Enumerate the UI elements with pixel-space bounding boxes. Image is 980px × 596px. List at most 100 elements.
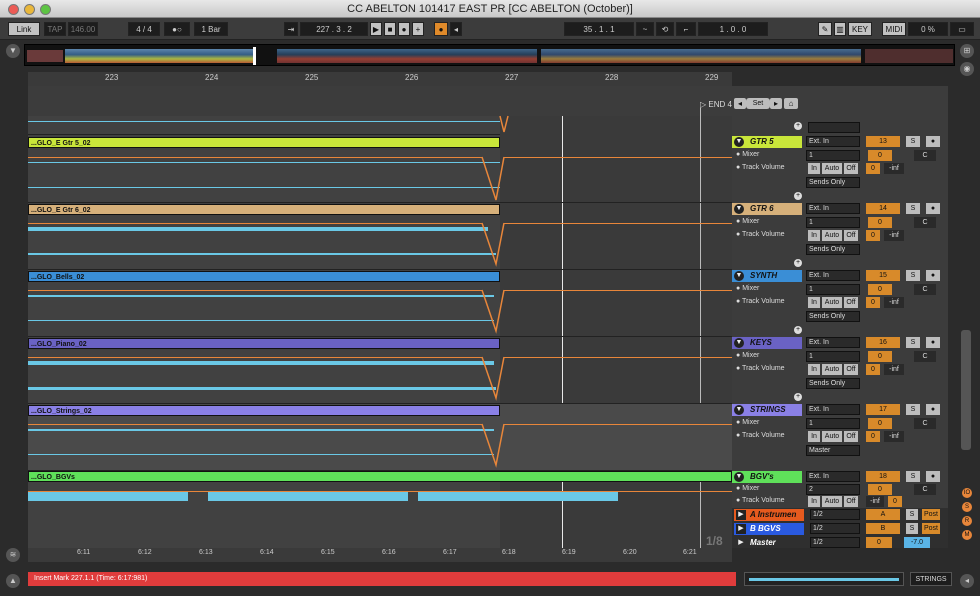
pan-center[interactable]: C: [914, 150, 936, 161]
quantize-menu[interactable]: 1 Bar: [194, 22, 228, 36]
track-activator[interactable]: 17: [866, 404, 900, 415]
fold-icon[interactable]: ▼: [734, 472, 744, 482]
pan-field[interactable]: 0: [868, 217, 892, 228]
send-value[interactable]: 0: [866, 163, 880, 174]
detail-view-toggle-icon[interactable]: ◂: [960, 574, 974, 588]
arrangement-overview[interactable]: [24, 44, 955, 66]
punch-out-icon[interactable]: ⌐: [676, 22, 696, 36]
expand-icon[interactable]: ⊞: [960, 44, 974, 58]
solo-button[interactable]: S: [906, 136, 920, 147]
overdub-icon[interactable]: +: [412, 22, 424, 36]
arm-button[interactable]: ●: [926, 337, 940, 348]
return-b-post[interactable]: Post: [922, 523, 940, 534]
play-icon[interactable]: ▶: [736, 538, 746, 548]
pan-center[interactable]: C: [914, 418, 936, 429]
volume-value[interactable]: -inf: [884, 230, 904, 241]
solo-button[interactable]: S: [906, 203, 920, 214]
master-route[interactable]: 1/2: [810, 537, 860, 548]
send-value[interactable]: 0: [866, 297, 880, 308]
sends-toggle-icon[interactable]: S: [962, 502, 972, 512]
input-channel-select[interactable]: 1: [806, 351, 860, 362]
output-select[interactable]: Master: [806, 445, 860, 456]
record-icon[interactable]: ●: [398, 22, 410, 36]
play-icon[interactable]: ▶: [370, 22, 382, 36]
solo-button[interactable]: S: [906, 270, 920, 281]
monitor-auto-button[interactable]: Auto: [822, 431, 842, 442]
monitor-auto-button[interactable]: Auto: [822, 364, 842, 375]
metronome-button[interactable]: ●○: [164, 22, 190, 36]
pan-center[interactable]: C: [914, 484, 936, 495]
monitor-in-button[interactable]: In: [808, 297, 820, 308]
monitor-auto-button[interactable]: Auto: [822, 230, 842, 241]
return-a-activator[interactable]: A: [866, 509, 900, 520]
key-map-button[interactable]: KEY: [848, 22, 872, 36]
output-select[interactable]: Sends Only: [806, 378, 860, 389]
punch-in-icon[interactable]: ~: [636, 22, 654, 36]
input-channel-select[interactable]: 2: [806, 484, 860, 495]
zoom-window-button[interactable]: [40, 4, 51, 15]
monitor-in-button[interactable]: In: [808, 163, 820, 174]
sends-field[interactable]: [808, 122, 860, 133]
draw-mode-icon[interactable]: ✎: [818, 22, 832, 36]
pan-field[interactable]: 0: [868, 351, 892, 362]
arrangement-view[interactable]: ▷ END 4 ...GLO_E Gtr 5_02 ...GLO_E Gtr 6…: [28, 86, 732, 548]
tempo-field[interactable]: 146.00: [68, 22, 98, 36]
return-a-route[interactable]: 1/2: [810, 509, 860, 520]
loop-switch-icon[interactable]: ⟲: [656, 22, 674, 36]
monitor-in-button[interactable]: In: [808, 496, 820, 507]
monitor-in-button[interactable]: In: [808, 431, 820, 442]
automation-arm-icon[interactable]: ●: [434, 22, 448, 36]
loop-length-field[interactable]: 1 . 0 . 0: [698, 22, 768, 36]
time-signature-field[interactable]: 4 / 4: [128, 22, 160, 36]
monitor-off-button[interactable]: Off: [844, 496, 858, 507]
pan-field[interactable]: 0: [868, 284, 892, 295]
back-to-arrangement-icon[interactable]: ◂: [450, 22, 462, 36]
track-activator[interactable]: 15: [866, 270, 900, 281]
return-b-activator[interactable]: B: [866, 523, 900, 534]
next-locator-icon[interactable]: ▸: [770, 98, 782, 109]
monitor-in-button[interactable]: In: [808, 364, 820, 375]
track-activator[interactable]: 18: [866, 471, 900, 482]
fold-icon[interactable]: ▼: [734, 338, 744, 348]
master-pan[interactable]: 0: [866, 537, 892, 548]
arm-button[interactable]: ●: [926, 404, 940, 415]
arm-button[interactable]: ●: [926, 471, 940, 482]
solo-button[interactable]: S: [906, 471, 920, 482]
pan-center[interactable]: C: [914, 351, 936, 362]
midi-map-button[interactable]: MIDI: [882, 22, 906, 36]
output-select[interactable]: Sends Only: [806, 244, 860, 255]
overview-collapse-icon[interactable]: ▼: [6, 44, 20, 58]
selected-track-label[interactable]: STRINGS: [910, 572, 952, 586]
expand-icon[interactable]: +: [794, 393, 802, 401]
volume-value[interactable]: -inf: [884, 163, 904, 174]
link-button[interactable]: Link: [8, 22, 40, 36]
close-window-button[interactable]: [8, 4, 19, 15]
input-channel-select[interactable]: 1: [806, 217, 860, 228]
io-toggle-icon[interactable]: IO: [962, 488, 972, 498]
solo-button[interactable]: S: [906, 523, 918, 534]
track-activator[interactable]: 14: [866, 203, 900, 214]
expand-icon[interactable]: +: [794, 192, 802, 200]
track-activator[interactable]: 16: [866, 337, 900, 348]
output-select[interactable]: Sends Only: [806, 177, 860, 188]
monitor-in-button[interactable]: In: [808, 230, 820, 241]
expand-icon[interactable]: +: [794, 259, 802, 267]
return-a-post[interactable]: Post: [922, 509, 940, 520]
input-channel-select[interactable]: 1: [806, 284, 860, 295]
vertical-scrollbar[interactable]: [961, 330, 971, 450]
fold-icon[interactable]: ▼: [734, 405, 744, 415]
expand-icon[interactable]: +: [794, 122, 802, 130]
tap-button[interactable]: TAP: [44, 22, 66, 36]
play-icon[interactable]: ▶: [736, 524, 746, 534]
play-icon[interactable]: ▶: [736, 510, 746, 520]
follow-button[interactable]: ⇥: [284, 22, 298, 36]
beat-time-ruler[interactable]: 223 224 225 226 227 228 229: [28, 72, 732, 86]
output-select[interactable]: Sends Only: [806, 311, 860, 322]
pan-center[interactable]: C: [914, 284, 936, 295]
computer-midi-icon[interactable]: ▥: [834, 22, 846, 36]
monitor-off-button[interactable]: Off: [844, 230, 858, 241]
volume-value[interactable]: -inf: [884, 431, 904, 442]
pan-field[interactable]: 0: [868, 418, 892, 429]
locator-lock-icon[interactable]: ⌂: [784, 98, 798, 109]
volume-value[interactable]: -inf: [884, 297, 904, 308]
